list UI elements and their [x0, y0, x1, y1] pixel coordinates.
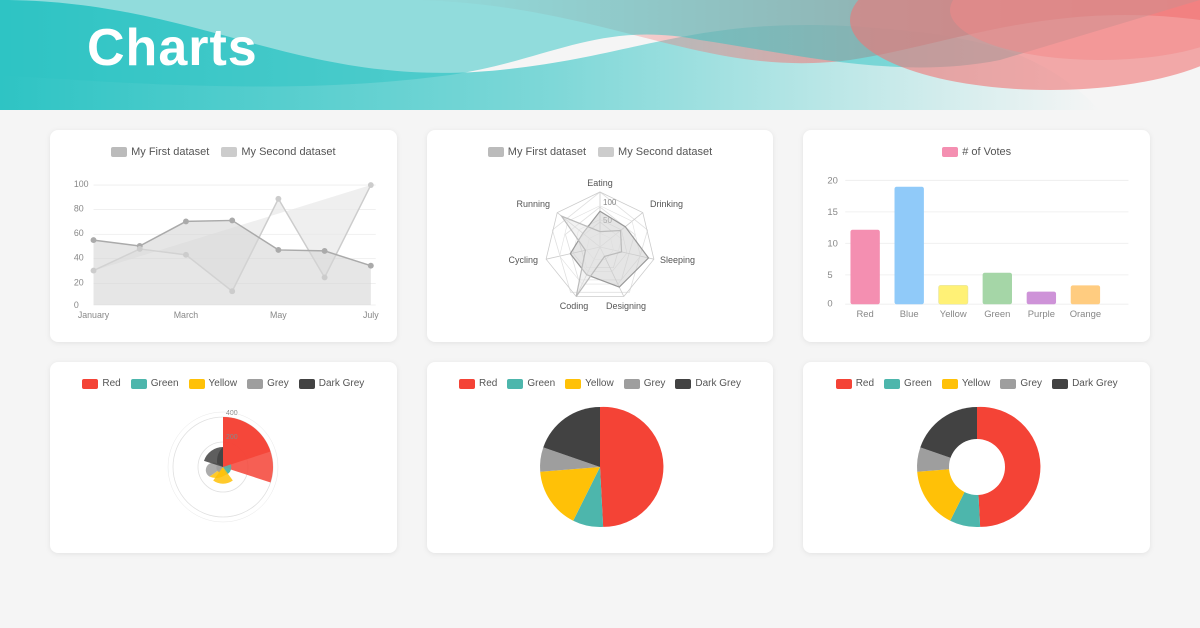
- svg-text:20: 20: [74, 277, 84, 287]
- bar-legend-votes: # of Votes: [942, 146, 1011, 158]
- legend-color-second: [221, 147, 237, 157]
- donut-legend-grey: Grey: [1000, 378, 1042, 389]
- svg-text:January: January: [78, 310, 110, 320]
- pie-legend-grey: Grey: [624, 378, 666, 389]
- legend-label-first: My First dataset: [131, 146, 209, 158]
- donut-chart-card: Red Green Yellow Grey Dark Grey: [803, 362, 1150, 553]
- pie-legend-items: Red Green Yellow Grey Dark Grey: [459, 378, 741, 389]
- radar-legend-color-second: [598, 147, 614, 157]
- charts-grid: My First dataset My Second dataset 100 8…: [0, 130, 1200, 553]
- svg-text:Cycling: Cycling: [508, 255, 538, 265]
- svg-text:Orange: Orange: [1070, 308, 1101, 319]
- donut-legend-darkgrey: Dark Grey: [1052, 378, 1118, 389]
- pie-legend: Red Green Yellow Grey Dark Grey: [459, 378, 741, 389]
- svg-text:40: 40: [74, 253, 84, 263]
- svg-text:July: July: [363, 310, 379, 320]
- svg-text:15: 15: [828, 206, 838, 217]
- polar-label-green: Green: [151, 378, 179, 389]
- polar-legend-green: Green: [131, 378, 179, 389]
- pie-legend-darkgrey: Dark Grey: [675, 378, 741, 389]
- svg-text:60: 60: [74, 228, 84, 238]
- polar-label-yellow: Yellow: [209, 378, 238, 389]
- pie-legend-green: Green: [507, 378, 555, 389]
- donut-legend-yellow: Yellow: [942, 378, 991, 389]
- legend-item-second: My Second dataset: [221, 146, 335, 158]
- pie-chart-card: Red Green Yellow Grey Dark Grey: [427, 362, 774, 553]
- radar-legend-label-first: My First dataset: [508, 146, 586, 158]
- svg-text:May: May: [270, 310, 287, 320]
- donut-legend-red: Red: [836, 378, 874, 389]
- bar-chart-legend: # of Votes: [942, 146, 1011, 158]
- polar-legend-darkgrey: Dark Grey: [299, 378, 365, 389]
- svg-text:March: March: [174, 310, 199, 320]
- svg-text:Purple: Purple: [1028, 308, 1055, 319]
- svg-text:20: 20: [828, 175, 838, 186]
- svg-text:0: 0: [828, 297, 833, 308]
- svg-text:Drinking: Drinking: [650, 199, 683, 209]
- radar-svg-wrap: 100 50 Eating Drinking Sleeping Designin…: [443, 166, 758, 326]
- pie-svg-wrap: [443, 397, 758, 537]
- bar-legend-color: [942, 147, 958, 157]
- radar-legend-item-second: My Second dataset: [598, 146, 712, 158]
- donut-svg-wrap: [819, 397, 1134, 537]
- polar-label-grey: Grey: [267, 378, 289, 389]
- polar-legend: Red Green Yellow Grey Dark Grey: [82, 378, 364, 389]
- legend-color-first: [111, 147, 127, 157]
- bar-legend-label: # of Votes: [962, 146, 1011, 158]
- svg-text:Red: Red: [857, 308, 874, 319]
- legend-item-first: My First dataset: [111, 146, 209, 158]
- polar-legend-items: Red Green Yellow Grey Dark Grey: [82, 378, 364, 389]
- polar-legend-red: Red: [82, 378, 120, 389]
- donut-legend: Red Green Yellow Grey Dark Grey: [836, 378, 1118, 389]
- line-chart-svg-wrap: 100 80 60 40 20 0: [66, 166, 381, 326]
- bar-chart-svg-wrap: 20 15 10 5 0: [819, 166, 1134, 326]
- svg-text:Running: Running: [516, 199, 550, 209]
- donut-legend-items: Red Green Yellow Grey Dark Grey: [836, 378, 1118, 389]
- pie-legend-red: Red: [459, 378, 497, 389]
- svg-text:5: 5: [828, 269, 833, 280]
- line-chart-legend: My First dataset My Second dataset: [111, 146, 335, 158]
- svg-text:Yellow: Yellow: [940, 308, 967, 319]
- polar-legend-yellow: Yellow: [189, 378, 238, 389]
- svg-text:100: 100: [603, 198, 617, 207]
- radar-legend-item-first: My First dataset: [488, 146, 586, 158]
- svg-text:Eating: Eating: [587, 178, 613, 188]
- svg-text:200: 200: [226, 434, 238, 441]
- polar-label-darkgrey: Dark Grey: [319, 378, 365, 389]
- bar-chart-card: # of Votes 20 15 10 5 0: [803, 130, 1150, 342]
- radar-legend-label-second: My Second dataset: [618, 146, 712, 158]
- svg-text:80: 80: [74, 204, 84, 214]
- radar-chart-legend: My First dataset My Second dataset: [488, 146, 712, 158]
- legend-label-second: My Second dataset: [241, 146, 335, 158]
- radar-legend-color-first: [488, 147, 504, 157]
- polar-legend-grey: Grey: [247, 378, 289, 389]
- polar-label-red: Red: [102, 378, 120, 389]
- page-title: Charts: [87, 18, 258, 78]
- svg-text:Green: Green: [985, 308, 1011, 319]
- polar-chart-card: Red Green Yellow Grey Dark Grey ": [50, 362, 397, 553]
- pie-legend-yellow: Yellow: [565, 378, 614, 389]
- svg-text:Coding: Coding: [560, 301, 589, 311]
- svg-text:10: 10: [828, 238, 838, 249]
- polar-svg-wrap: ": [66, 397, 381, 537]
- svg-text:Blue: Blue: [900, 308, 919, 319]
- svg-text:100: 100: [74, 179, 89, 189]
- svg-text:0: 0: [74, 300, 79, 310]
- line-chart-card: My First dataset My Second dataset 100 8…: [50, 130, 397, 342]
- donut-legend-green: Green: [884, 378, 932, 389]
- svg-text:Sleeping: Sleeping: [660, 255, 695, 265]
- radar-chart-card: My First dataset My Second dataset: [427, 130, 774, 342]
- svg-text:Designing: Designing: [606, 301, 646, 311]
